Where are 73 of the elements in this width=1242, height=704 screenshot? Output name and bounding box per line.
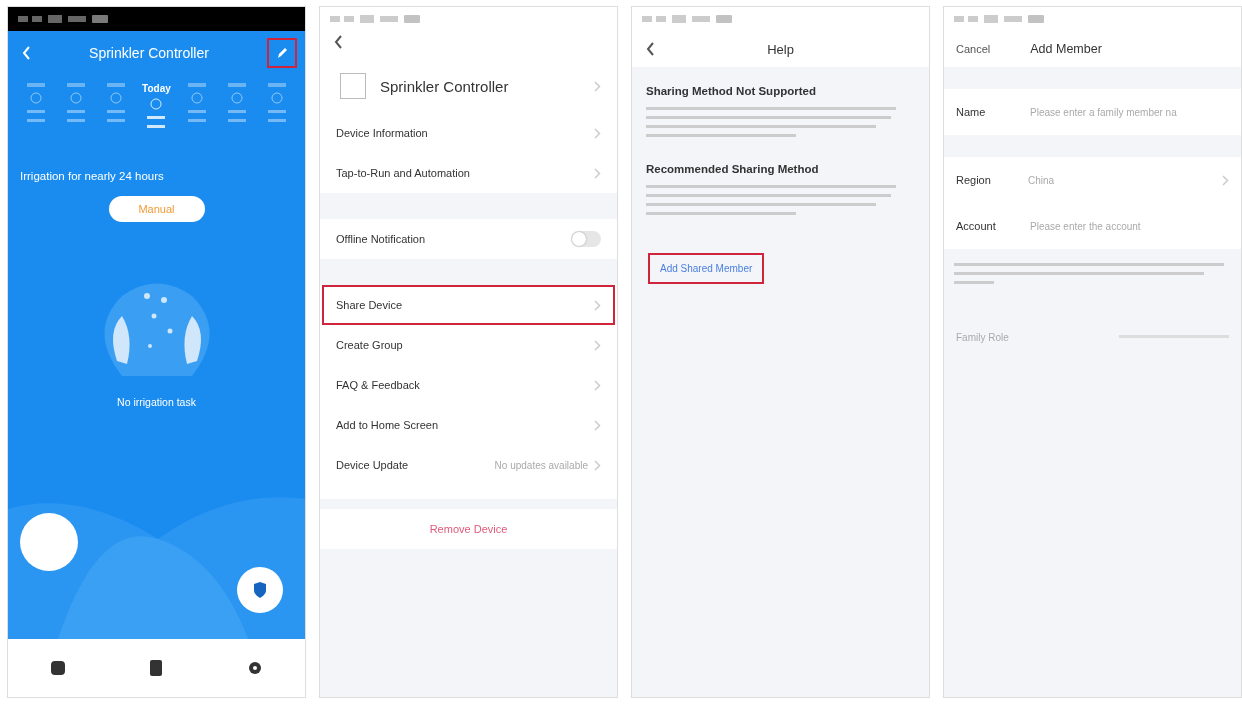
back-icon[interactable] [334,35,343,49]
text-input-field[interactable]: Please enter a family member na [1028,105,1229,119]
section-heading: Recommended Sharing Method [646,163,820,175]
temperature-bars-icon [147,114,166,130]
row-label: Device Information [336,127,428,139]
weather-icon [149,98,164,110]
row-label: Add to Home Screen [336,419,439,431]
chevron-right-icon [594,339,601,351]
day-label-placeholder-icon [267,83,286,88]
pencil-icon [276,46,288,60]
cancel-button[interactable]: Cancel [956,43,991,55]
text-input-field[interactable]: Please enter the account [1028,219,1229,233]
temperature-bars-icon [187,108,206,124]
toggle-switch[interactable] [571,231,601,247]
temperature-bars-icon [27,108,45,124]
nav-home-icon[interactable] [50,661,65,675]
screen-title: Add Member [1030,42,1102,56]
temperature-bars-icon [67,108,86,124]
weather-icon [189,92,204,104]
chevron-right-icon [594,167,601,179]
settings-row[interactable]: Device Information [322,113,615,153]
chevron-right-icon [594,459,601,471]
day-label-placeholder-icon [107,83,126,88]
edit-button[interactable] [267,38,297,68]
chevron-right-icon [1222,174,1229,186]
day-label-placeholder-icon [67,83,86,88]
empty-state-text: No irrigation task [117,396,196,408]
chevron-right-icon [594,299,601,311]
device-icon [340,73,366,99]
temperature-bars-icon [227,108,246,124]
row-label: Offline Notification [336,233,426,245]
temperature-bars-icon [267,108,286,124]
settings-row[interactable]: FAQ & Feedback [322,365,615,405]
field-label: Family Role [956,331,1009,343]
temperature-bars-icon [107,108,126,124]
back-icon[interactable] [646,42,655,56]
settings-row[interactable]: Share Device [322,285,615,325]
settings-row[interactable]: Add to Home Screen [322,405,615,445]
row-value: No updates available [494,459,588,471]
section-heading: Sharing Method Not Supported [646,85,817,97]
settings-row[interactable]: Offline Notification [322,219,615,259]
add-shared-member-link[interactable]: Add Shared Member [648,253,765,284]
chevron-right-icon [594,379,601,391]
settings-row[interactable]: Tap-to-Run and Automation [322,153,615,193]
screen-title: Help [766,41,795,57]
settings-row[interactable]: Device Update No updates available [322,445,615,485]
chevron-right-icon [594,419,601,431]
day-label-placeholder-icon [187,83,206,88]
screen-title: Sprinkler Controller [89,45,209,61]
chevron-right-icon [594,127,601,139]
day-label-placeholder-icon [27,83,45,88]
row-label: FAQ & Feedback [336,379,420,391]
weather-icon [229,92,244,104]
chevron-right-icon [594,80,601,92]
field-label: Name [956,106,987,118]
irrigation-status-text: Irrigation for nearly 24 hours [20,170,165,182]
nav-settings-icon[interactable] [248,661,263,675]
weather-icon [29,92,43,104]
row-label: Device Update [336,459,409,471]
nav-list-icon[interactable] [150,660,163,676]
device-name: Sprinkler Controller [380,77,510,95]
settings-row[interactable]: Create Group [322,325,615,365]
day-label-placeholder-icon [227,83,246,88]
day-label: Today [142,83,171,94]
field-label: Account [956,220,997,232]
field-label: Region [956,174,992,186]
row-label: Create Group [336,339,403,351]
weather-icon [109,92,124,104]
weather-icon [269,92,284,104]
weather-icon [69,92,84,104]
row-label: Tap-to-Run and Automation [336,167,470,179]
row-label: Share Device [336,299,403,311]
shield-icon [253,582,267,598]
